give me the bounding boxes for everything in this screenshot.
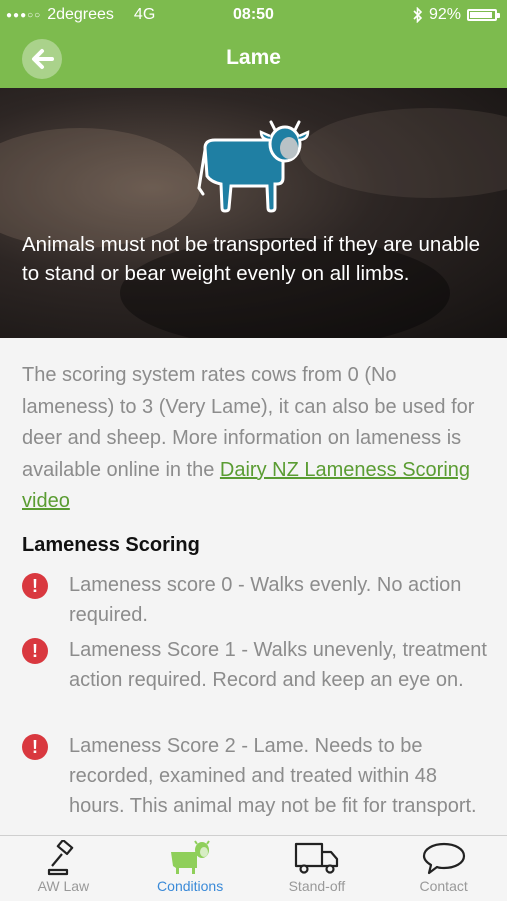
content-scroll-area[interactable]: The scoring system rates cows from 0 (No… [0, 338, 507, 835]
tab-conditions[interactable]: Conditions [127, 836, 254, 901]
speech-bubble-icon [422, 842, 465, 875]
alert-icon: ! [22, 638, 48, 664]
score-description: Lameness Score 1 - Walks unevenly, treat… [69, 639, 487, 691]
cow-icon [171, 840, 210, 874]
page-title: Lame [226, 46, 281, 69]
tab-label: Contact [419, 878, 468, 894]
bluetooth-icon [413, 7, 423, 23]
intro-paragraph: The scoring system rates cows from 0 (No… [22, 360, 484, 518]
tab-label: Stand-off [288, 878, 346, 894]
tab-stand-off[interactable]: Stand-off [254, 836, 381, 901]
alert-icon: ! [22, 734, 48, 760]
battery-icon [467, 9, 500, 21]
tab-label: Conditions [157, 878, 224, 894]
alert-icon: ! [22, 573, 48, 599]
tab-label: AW Law [37, 878, 90, 894]
transport-warning-text: Animals must not be transported if they … [22, 233, 481, 285]
status-bar: ●●●○○ 2degrees 4G 08:50 92% [0, 0, 507, 30]
score-description: Lameness score 0 - Walks evenly. No acti… [69, 574, 462, 626]
tab-bar: AW Law Conditions Stand-off Contact [0, 835, 507, 901]
battery-percent: 92% [428, 6, 461, 23]
truck-icon [294, 842, 338, 874]
nav-bar: Lame [0, 30, 507, 88]
tab-aw-law[interactable]: AW Law [0, 836, 127, 901]
hero-banner: Animals must not be transported if they … [0, 88, 507, 338]
tab-contact[interactable]: Contact [380, 836, 507, 901]
gavel-icon [48, 840, 74, 876]
section-title: Lameness Scoring [22, 534, 200, 556]
score-description: Lameness Score 2 - Lame. Needs to be rec… [69, 735, 477, 817]
cow-icon [197, 120, 310, 213]
